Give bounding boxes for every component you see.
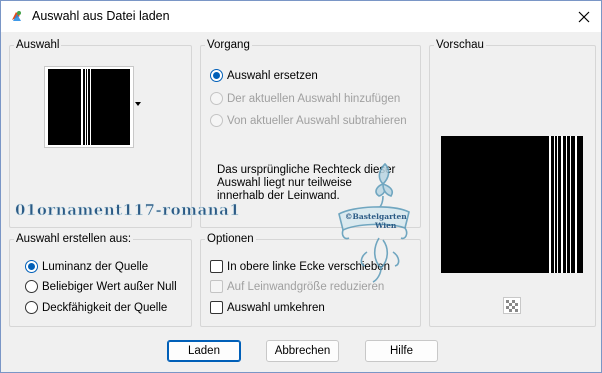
radio-button[interactable] <box>210 92 223 105</box>
radio-label: Von aktueller Auswahl subtrahieren <box>227 114 407 127</box>
radio-button[interactable] <box>25 280 38 293</box>
watermark-stamp: ©Bastelgarten Wien <box>338 162 410 283</box>
paintshop-icon <box>10 10 23 23</box>
radio-button[interactable] <box>25 260 38 273</box>
watermark-stamp-text-2: Wien <box>374 221 397 230</box>
selection-thumbnail[interactable] <box>44 66 134 148</box>
transparency-toggle-icon <box>506 299 518 312</box>
radio-label: Der aktuellen Auswahl hinzufügen <box>227 92 401 105</box>
radio-deckfaehigkeit[interactable]: Deckfähigkeit der Quelle <box>25 301 167 314</box>
close-button[interactable] <box>567 4 601 30</box>
radio-button[interactable] <box>25 301 38 314</box>
radio-label: Auswahl ersetzen <box>227 69 318 82</box>
vorschau-group-label: Vorschau <box>434 39 486 51</box>
close-icon <box>578 11 590 23</box>
watermark-stamp-text-1: ©Bastelgarten <box>345 212 407 221</box>
laden-button[interactable]: Laden <box>167 340 241 362</box>
preview-image <box>441 136 583 273</box>
vorgang-group-label: Vorgang <box>205 39 252 51</box>
checkbox-label: Auswahl umkehren <box>227 301 325 314</box>
radio-label: Deckfähigkeit der Quelle <box>42 301 168 314</box>
radio-button[interactable] <box>210 114 223 127</box>
watermark-filename: 01ornament117-romana1 <box>15 201 241 220</box>
radio-hinzufuegen[interactable]: Der aktuellen Auswahl hinzufügen <box>210 92 400 105</box>
transparency-toggle-button[interactable] <box>503 297 521 314</box>
radio-button[interactable] <box>210 69 223 82</box>
radio-label: Luminanz der Quelle <box>42 260 149 273</box>
auswahl-group-label: Auswahl <box>14 39 62 51</box>
radio-label: Beliebiger Wert außer Null <box>42 280 177 293</box>
radio-beliebiger-wert[interactable]: Beliebiger Wert außer Null <box>25 280 177 293</box>
abbrechen-button[interactable]: Abbrechen <box>266 340 339 362</box>
dialog-window: Auswahl aus Datei laden Auswahl Vorgang … <box>0 0 602 373</box>
optionen-group-label: Optionen <box>205 233 256 245</box>
window-title: Auswahl aus Datei laden <box>32 9 170 23</box>
checkbox-auswahl-umkehren[interactable]: Auswahl umkehren <box>210 301 325 314</box>
title-bar: Auswahl aus Datei laden <box>1 1 601 32</box>
erstellen-group-label: Auswahl erstellen aus: <box>14 233 134 245</box>
preview-selection-graphic <box>441 136 583 273</box>
hilfe-button[interactable]: Hilfe <box>365 340 438 362</box>
radio-luminanz[interactable]: Luminanz der Quelle <box>25 260 148 273</box>
radio-subtrahieren[interactable]: Von aktueller Auswahl subtrahieren <box>210 114 407 127</box>
radio-auswahl-ersetzen[interactable]: Auswahl ersetzen <box>210 69 318 82</box>
checkbox[interactable] <box>210 260 223 273</box>
checkbox[interactable] <box>210 301 223 314</box>
checkbox[interactable] <box>210 280 223 293</box>
selection-thumbnail-image <box>48 69 130 145</box>
dropdown-arrow-icon[interactable] <box>135 102 141 106</box>
